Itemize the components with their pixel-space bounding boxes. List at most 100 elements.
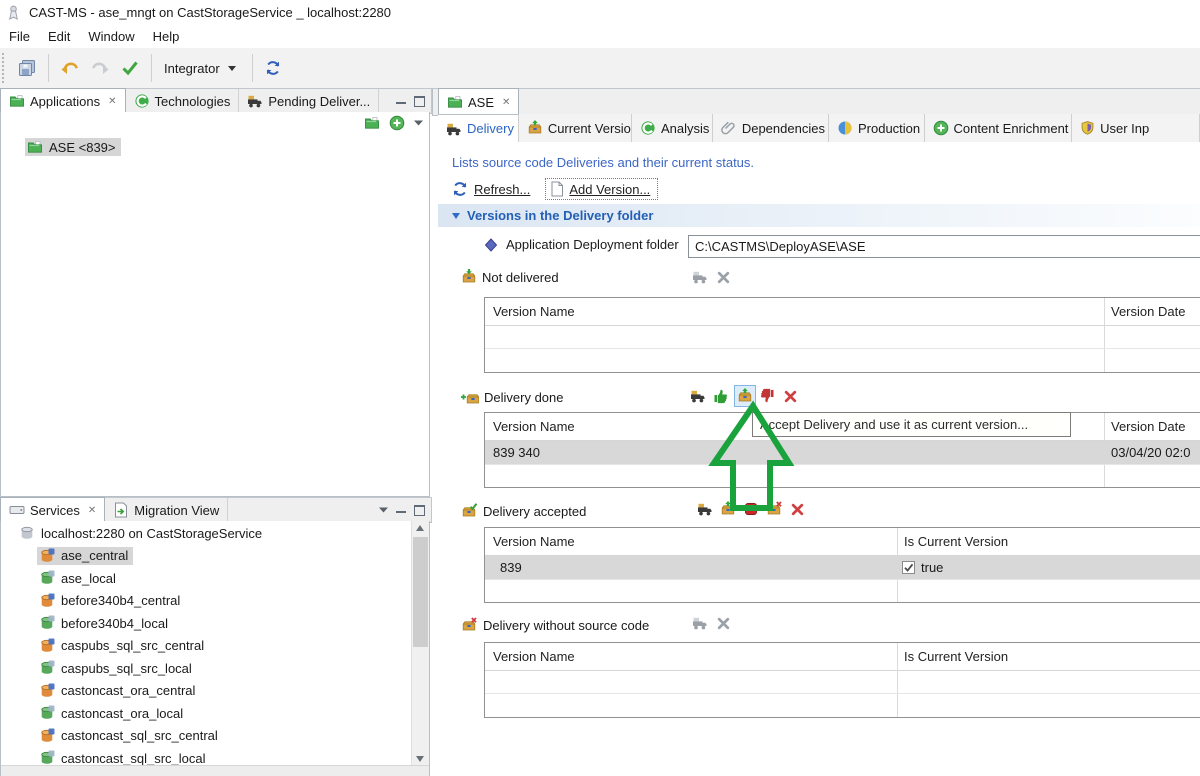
tab-migration-view[interactable]: Migration View (105, 498, 228, 522)
deployment-folder-label: Application Deployment folder (506, 237, 679, 252)
view-tab-content-enrichment[interactable]: Content Enrichment (925, 114, 1073, 142)
tree-item-castoncast_ora_local[interactable]: castoncast_ora_local (37, 704, 188, 722)
view-description: Lists source code Deliveries and their c… (452, 155, 754, 170)
horizontal-scrollbar[interactable] (1, 765, 429, 776)
tree-item-label: ase_central (61, 548, 128, 563)
group-label: Delivery without source code (483, 618, 649, 633)
view-tab-analysis[interactable]: Analysis (632, 114, 713, 142)
version-date-cell[interactable]: 03/04/20 02:0 (1111, 441, 1191, 464)
maximize-icon[interactable] (414, 505, 425, 516)
profile-dropdown-icon[interactable] (228, 66, 236, 71)
deliver-version-icon[interactable] (688, 386, 708, 406)
tree-item-before340b4_local[interactable]: before340b4_local (37, 614, 173, 632)
not-delivered-table[interactable]: Version Name Version Date (484, 297, 1200, 373)
view-menu-icon[interactable] (414, 120, 423, 126)
tab-applications-label: Applications (30, 94, 100, 109)
database-icon (39, 570, 55, 586)
collapse-icon[interactable] (452, 213, 460, 219)
delivery-accepted-table[interactable]: Version Name Is Current Version 839 true (484, 527, 1200, 603)
menu-file[interactable]: File (0, 26, 39, 47)
annotation-arrow (708, 400, 798, 516)
menu-help[interactable]: Help (144, 26, 189, 47)
profile-selector-value[interactable]: Integrator (164, 61, 220, 76)
scroll-up-icon[interactable] (416, 525, 424, 531)
column-header[interactable]: Version Name (493, 413, 575, 440)
column-header[interactable]: Is Current Version (904, 643, 1008, 670)
tree-item-ase_local[interactable]: ase_local (37, 569, 121, 587)
validate-icon[interactable] (121, 60, 139, 76)
refresh-link[interactable]: Refresh... (474, 182, 530, 197)
view-tab-user-inp[interactable]: User Inp (1072, 114, 1200, 142)
column-header[interactable]: Version Name (493, 643, 575, 670)
shield-icon (1080, 120, 1095, 136)
tree-item-caspubs_sql_src_central[interactable]: caspubs_sql_src_central (37, 637, 209, 655)
deliver-version-icon[interactable] (690, 613, 710, 633)
version-name-cell[interactable]: 839 (500, 556, 522, 579)
tree-item-before340b4_central[interactable]: before340b4_central (37, 592, 185, 610)
database-icon (39, 705, 55, 721)
view-tab-production[interactable]: Production (829, 114, 925, 142)
tree-item-caspubs_sql_src_local[interactable]: caspubs_sql_src_local (37, 659, 197, 677)
toolbar-drag-handle[interactable] (2, 53, 8, 83)
section-versions-header[interactable]: Versions in the Delivery folder (438, 204, 1200, 227)
new-application-icon[interactable] (364, 115, 380, 131)
minimize-icon[interactable] (396, 99, 406, 104)
tree-item-castoncast_sql_src_central[interactable]: castoncast_sql_src_central (37, 727, 223, 745)
tree-item-ase[interactable]: ASE <839> (25, 138, 121, 156)
column-header[interactable]: Is Current Version (904, 528, 1008, 555)
menu-bar: FileEditWindowHelp (0, 24, 1200, 48)
view-tab-current-version[interactable]: Current Version (519, 114, 632, 142)
toolbar-refresh-icon[interactable] (265, 60, 281, 76)
column-header[interactable]: Version Name (493, 528, 575, 555)
services-scrollbar[interactable] (411, 521, 429, 766)
applications-icon (9, 93, 25, 109)
version-name-cell[interactable]: 839 340 (493, 441, 540, 464)
add-version-label: Add Version... (569, 182, 650, 197)
view-tab-delivery[interactable]: Delivery (438, 114, 519, 142)
undo-icon[interactable] (60, 59, 80, 77)
tab-applications[interactable]: Applications ✕ (0, 88, 126, 114)
checkbox-checked-icon[interactable] (902, 561, 915, 574)
deployment-folder-input[interactable]: C:\CASTMS\DeployASE\ASE (688, 235, 1200, 258)
tab-close-icon[interactable]: ✕ (88, 505, 96, 516)
add-application-icon[interactable] (389, 115, 405, 131)
delivery-done-icon (461, 389, 479, 405)
tab-pending-deliveries[interactable]: Pending Deliver... (239, 89, 379, 113)
add-version-button[interactable]: Add Version... (545, 178, 658, 200)
database-icon (39, 683, 55, 699)
tab-close-icon[interactable]: ✕ (502, 97, 510, 108)
tree-item-castoncast_sql_src_local[interactable]: castoncast_sql_src_local (37, 749, 211, 766)
scrollbar-thumb[interactable] (413, 537, 428, 647)
delete-version-icon[interactable] (713, 613, 733, 633)
column-header[interactable]: Version Name (493, 298, 575, 325)
deliver-version-icon[interactable] (690, 267, 710, 287)
menu-edit[interactable]: Edit (39, 26, 79, 47)
view-menu-icon[interactable] (379, 507, 388, 513)
refresh-icon[interactable] (452, 181, 468, 197)
selected-row[interactable] (485, 441, 1200, 464)
tree-item-label: castoncast_ora_local (61, 706, 183, 721)
minimize-icon[interactable] (396, 508, 406, 513)
tab-close-icon[interactable]: ✕ (108, 96, 116, 107)
tree-item-ase_central[interactable]: ase_central (37, 547, 133, 565)
tab-technologies[interactable]: Technologies (126, 89, 240, 113)
selected-row[interactable] (485, 556, 1200, 579)
application-folder-icon (447, 94, 463, 110)
editor-tab-ase-label: ASE (468, 95, 494, 110)
delete-version-icon[interactable] (713, 267, 733, 287)
maximize-icon[interactable] (414, 96, 425, 107)
scroll-down-icon[interactable] (416, 756, 424, 762)
tree-item-server[interactable]: localhost:2280 on CastStorageService (17, 524, 267, 542)
delivery-without-source-table[interactable]: Version Name Is Current Version (484, 642, 1200, 718)
database-icon (39, 638, 55, 654)
tree-item-castoncast_ora_central[interactable]: castoncast_ora_central (37, 682, 200, 700)
tab-services[interactable]: Services ✕ (0, 497, 105, 523)
column-header[interactable]: Version Date (1111, 298, 1185, 325)
editor-tab-ase[interactable]: ASE ✕ (438, 88, 519, 116)
save-all-icon[interactable] (18, 59, 36, 77)
view-tab-dependencies[interactable]: Dependencies (713, 114, 829, 142)
cast-ms-window: CAST-MS - ase_mngt on CastStorageService… (0, 0, 1200, 776)
redo-icon[interactable] (90, 59, 110, 77)
column-header[interactable]: Version Date (1111, 413, 1185, 440)
menu-window[interactable]: Window (79, 26, 143, 47)
